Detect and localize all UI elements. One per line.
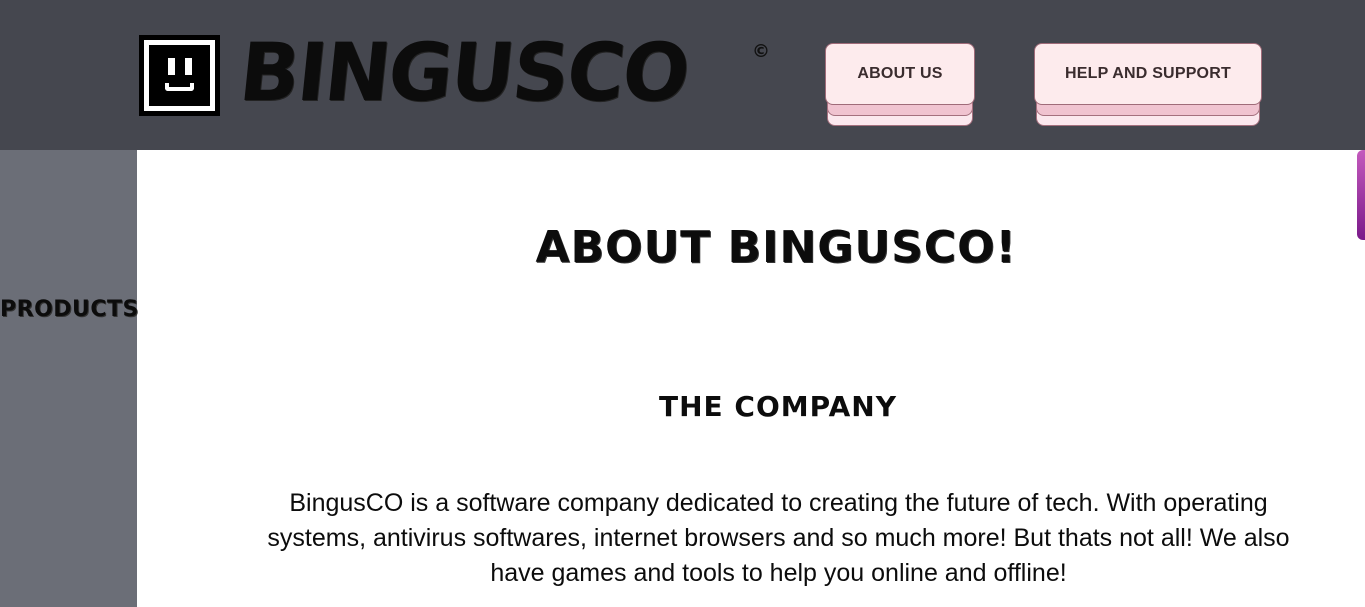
section-heading: THE COMPANY bbox=[659, 390, 897, 423]
site-header: BINGUSCO © ABOUT US HELP AND SUPPORT bbox=[0, 0, 1365, 150]
help-and-support-button[interactable]: HELP AND SUPPORT bbox=[1034, 43, 1262, 127]
company-description: BingusCO is a software company dedicated… bbox=[267, 489, 1290, 587]
about-us-button[interactable]: ABOUT US bbox=[825, 43, 975, 127]
brand-wordmark[interactable]: BINGUSCO bbox=[235, 26, 754, 119]
help-and-support-label[interactable]: HELP AND SUPPORT bbox=[1034, 43, 1262, 105]
sidebar: PRODUCTS bbox=[0, 150, 139, 607]
page-title: ABOUT BINGUSCO! bbox=[535, 222, 1017, 273]
about-us-label[interactable]: ABOUT US bbox=[825, 43, 975, 105]
sidebar-item-products[interactable]: PRODUCTS bbox=[0, 297, 139, 322]
logo-smiley-icon[interactable] bbox=[139, 35, 220, 116]
copyright-mark: © bbox=[752, 41, 770, 62]
